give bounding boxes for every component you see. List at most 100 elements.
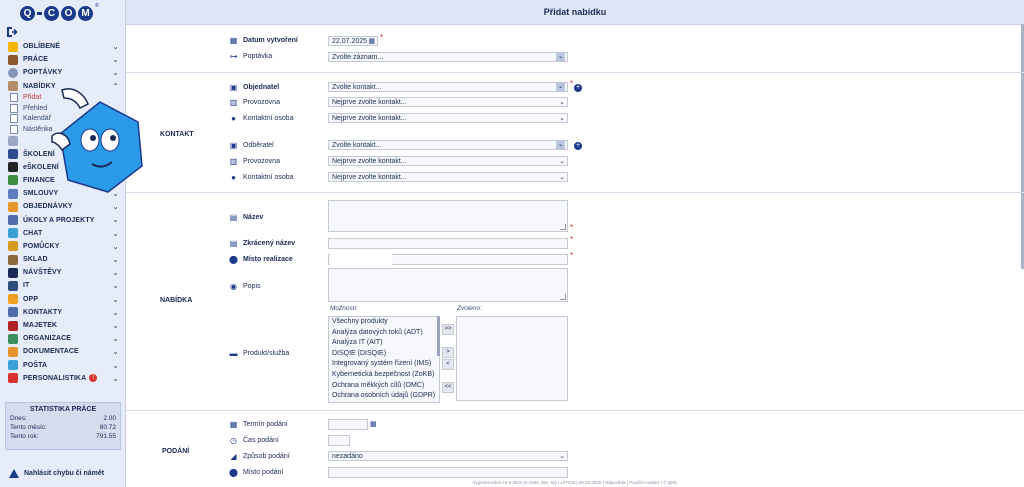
document-icon: [10, 93, 18, 103]
chevron-down-icon: ⌄: [112, 281, 119, 291]
menu-item-label: OPP: [23, 295, 39, 303]
work-icon: [8, 54, 18, 65]
person1-select[interactable]: Nejprve zvolte kontakt... ⌄: [328, 113, 568, 123]
chevron-down-icon: ⌄: [112, 255, 119, 264]
offers-icon: [8, 81, 18, 92]
menu-item[interactable]: MAJETEK ⌄: [0, 319, 125, 332]
user-icon: ●: [231, 114, 236, 123]
move-all-right-button[interactable]: >>: [442, 324, 454, 335]
clock-icon: ◷: [230, 436, 237, 445]
page-title: Přidat nabídku: [543, 7, 607, 17]
place-label-row: ⬤ Místo realizace: [229, 254, 293, 265]
product-options-list[interactable]: Všechny produkty Analýza datových toků (…: [328, 316, 440, 403]
menu-item-work[interactable]: PRÁCE ⌄: [0, 53, 125, 66]
list-item[interactable]: Integrovaný systém řízení (IMS): [329, 359, 439, 370]
product-chosen-list[interactable]: [456, 316, 568, 401]
submenu-item-label: Kalendář: [23, 115, 52, 123]
report-bug-link[interactable]: Nahlásit chybu či námět: [0, 460, 125, 487]
list-item[interactable]: Ochrana osobních údajů (GDPR): [329, 391, 439, 402]
person2-select[interactable]: Nejprve zvolte kontakt... ⌄: [328, 172, 568, 182]
menu-item[interactable]: PERSONALISTIKA! ⌄: [0, 372, 125, 385]
menu-item[interactable]: KONTAKTY ⌄: [0, 306, 125, 319]
menu-item[interactable]: POMŮCKY ⌄: [0, 240, 125, 253]
person2-value: Nejprve zvolte kontakt...: [332, 174, 407, 181]
method-select[interactable]: nezadáno ⌄: [328, 451, 568, 461]
move-left-button[interactable]: <: [442, 359, 454, 370]
move-all-left-button[interactable]: <<: [442, 382, 454, 393]
request-select[interactable]: Zvolte záznam... ⌄: [328, 52, 568, 62]
offer-section-title: NABÍDKA: [160, 297, 193, 304]
menu-item[interactable]: ÚKOLY A PROJEKTY ⌄: [0, 213, 125, 226]
page-footer: Vygenerováno za 0.254s (0.196s, 5ks, 0x)…: [472, 480, 678, 485]
menu-item[interactable]: OPP ⌄: [0, 293, 125, 306]
menu-item[interactable]: CHAT ⌄: [0, 227, 125, 240]
short-name-input[interactable]: [328, 238, 568, 249]
menu-item-favorites[interactable]: OBLÍBENÉ ⌄: [0, 40, 125, 53]
method-label: Způsob podání: [243, 453, 290, 460]
submenu-item-label: Nástěnka: [23, 125, 53, 133]
calendar-icon[interactable]: ▦: [370, 420, 378, 429]
receiver-label-row: ▣ Odběratel: [229, 140, 274, 151]
add-client-button[interactable]: +: [574, 84, 582, 92]
deadline-input[interactable]: [328, 419, 368, 430]
calendar-icon[interactable]: ▦: [368, 37, 375, 47]
branch2-select[interactable]: Nejprve zvolte kontakt... ⌄: [328, 156, 568, 166]
description-textarea[interactable]: [328, 268, 568, 302]
receiver-label: Odběratel: [243, 142, 274, 149]
menu-item-label: POMŮCKY: [23, 242, 60, 250]
move-right-button[interactable]: >: [442, 347, 454, 358]
menu-item[interactable]: SKLAD ⌄: [0, 253, 125, 266]
star-icon: [8, 41, 18, 52]
time-input[interactable]: [328, 435, 350, 446]
menu-item-label: IT: [23, 282, 30, 290]
list-scrollbar[interactable]: [437, 316, 440, 356]
logo-dash: [37, 11, 42, 15]
receiver-select[interactable]: Zvolte kontakt... ⌄: [328, 140, 568, 150]
list-item[interactable]: Analýza IT (AIT): [329, 338, 439, 349]
warning-icon: [9, 469, 19, 478]
chevron-down-icon: ⌄: [112, 215, 119, 225]
menu-item[interactable]: IT ⌄: [0, 279, 125, 292]
menu-item-label: CHAT: [23, 229, 43, 237]
created-date-input[interactable]: 22.07.2025 ▦: [328, 36, 378, 46]
page-header: Přidat nabídku: [126, 0, 1024, 25]
short-name-label-row: ▤ Zkrácený název: [229, 238, 295, 249]
logout-icon[interactable]: [6, 26, 18, 38]
description-label: Popis: [243, 283, 261, 290]
list-item[interactable]: Všechny produkty: [329, 317, 439, 328]
menu-item-requests[interactable]: POPTÁVKY ⌄: [0, 66, 125, 79]
menu-item-icon: [8, 373, 18, 384]
client-select[interactable]: Zvolte kontakt... ⌄: [328, 82, 568, 92]
submit-place-input[interactable]: [328, 467, 568, 478]
menu-item-icon: [8, 149, 18, 160]
method-label-row: ◢ Způsob podání: [229, 451, 290, 462]
notification-badge: !: [89, 374, 98, 383]
menu-item[interactable]: POŠTA ⌄: [0, 359, 125, 372]
menu-item-icon: [8, 228, 18, 239]
menu-item[interactable]: DOKUMENTACE ⌄: [0, 345, 125, 358]
add-receiver-button[interactable]: +: [574, 142, 582, 150]
submit-section-title: PODÁNÍ: [162, 448, 190, 455]
created-date-label-row: ▦ Datum vytvoření: [229, 35, 298, 46]
list-item[interactable]: DISQIE (DISQIE): [329, 349, 439, 360]
work-statistics: STATISTIKA PRÁCE Dnes: 2.00 Tento měsíc:…: [5, 402, 121, 450]
menu-item[interactable]: ORGANIZACE ⌄: [0, 332, 125, 345]
receiver-value: Zvolte kontakt...: [332, 142, 382, 149]
building-icon: ▥: [229, 98, 238, 107]
description-label-row: ◉ Popis: [229, 281, 261, 292]
branch1-select[interactable]: Nejprve zvolte kontakt... ⌄: [328, 97, 568, 107]
bulb-icon: [8, 67, 18, 78]
logo-letter: M: [78, 5, 93, 21]
list-item[interactable]: Analýza datových toků (ADT): [329, 328, 439, 339]
request-value: Zvolte záznam...: [332, 54, 384, 61]
list-item[interactable]: Ochrana měkkých cílů (OMC): [329, 381, 439, 392]
sidebar: Q C O M ® OBLÍBENÉ ⌄ PRÁCE ⌄ POPTÁVKY ⌄ …: [0, 0, 126, 487]
app-logo[interactable]: Q C O M ®: [20, 3, 99, 23]
menu-item[interactable]: NÁVŠTĚVY ⌄: [0, 266, 125, 279]
branch2-label: Provozovna: [243, 158, 280, 165]
document-icon: [10, 124, 18, 134]
stats-title: STATISTIKA PRÁCE: [29, 406, 97, 413]
branch2-label-row: ▥ Provozovna: [229, 156, 280, 167]
list-item[interactable]: Kybernetická bezpečnost (ZoKB): [329, 370, 439, 381]
name-textarea[interactable]: [328, 200, 568, 232]
